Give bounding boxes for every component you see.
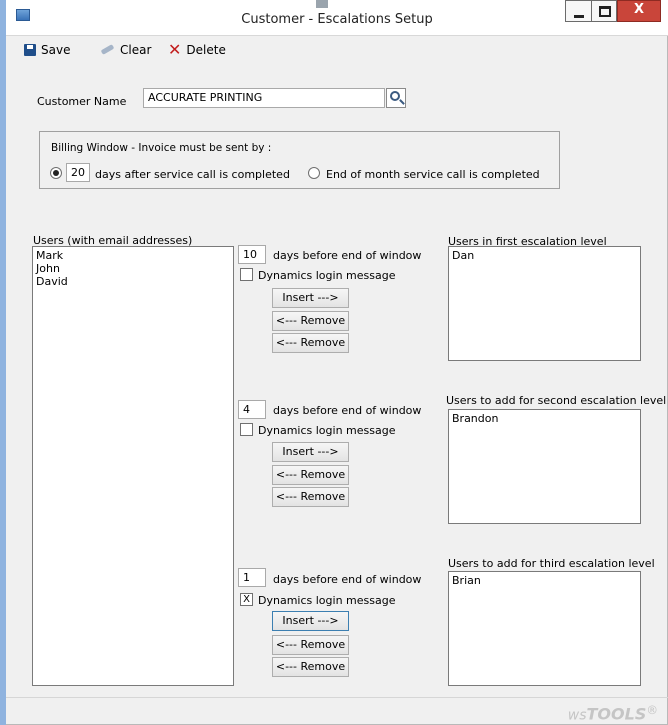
level1-users-list[interactable]: Dan: [448, 246, 641, 361]
clear-label: Clear: [120, 43, 152, 57]
level1-remove-button-1[interactable]: <--- Remove: [272, 311, 349, 331]
level1-insert-button[interactable]: Insert --->: [272, 288, 349, 308]
radio-days-after[interactable]: [50, 167, 62, 179]
level1-login-checkbox[interactable]: [240, 268, 253, 281]
level3-login-label: Dynamics login message: [258, 594, 396, 607]
level2-login-label: Dynamics login message: [258, 424, 396, 437]
status-bar: wsTOOLS®: [6, 697, 668, 725]
minimize-icon: [574, 15, 584, 18]
level3-remove-button-1[interactable]: <--- Remove: [272, 635, 349, 655]
level2-list-label: Users to add for second escalation level: [446, 394, 667, 407]
level2-insert-button[interactable]: Insert --->: [272, 442, 349, 462]
level3-remove-button-2[interactable]: <--- Remove: [272, 657, 349, 677]
level2-remove-button-1[interactable]: <--- Remove: [272, 465, 349, 485]
customer-name-label: Customer Name: [37, 95, 127, 108]
customer-name-field[interactable]: ACCURATE PRINTING: [143, 88, 385, 108]
level3-login-checkbox[interactable]: X: [240, 593, 253, 606]
level3-days-field[interactable]: 1: [238, 568, 266, 587]
radio-end-of-month[interactable]: [308, 167, 320, 179]
billing-days-field[interactable]: 20: [66, 163, 90, 182]
list-item[interactable]: David: [36, 275, 230, 288]
title-bar: Customer - Escalations Setup X: [6, 0, 668, 36]
floppy-disk-icon: [24, 44, 36, 56]
level1-remove-button-2[interactable]: <--- Remove: [272, 333, 349, 353]
level2-days-label: days before end of window: [273, 404, 422, 417]
eraser-icon: [99, 45, 115, 55]
end-of-month-label: End of month service call is completed: [326, 168, 540, 181]
delete-button[interactable]: ✕ Delete: [168, 40, 226, 59]
days-after-label: days after service call is completed: [95, 168, 290, 181]
billing-window-label: Billing Window - Invoice must be sent by…: [51, 142, 272, 154]
customer-lookup-button[interactable]: [386, 88, 406, 108]
users-list[interactable]: Mark John David: [32, 246, 234, 686]
minimize-button[interactable]: [565, 0, 591, 22]
level3-users-list[interactable]: Brian: [448, 571, 641, 686]
clear-button[interactable]: Clear: [99, 43, 151, 57]
level3-list-label: Users to add for third escalation level: [448, 557, 655, 570]
title-bar-notch: [316, 0, 328, 8]
list-item[interactable]: Brandon: [452, 412, 637, 425]
red-x-icon: ✕: [168, 40, 182, 59]
list-item[interactable]: Brian: [452, 574, 637, 587]
level3-days-label: days before end of window: [273, 573, 422, 586]
escalations-setup-window: Customer - Escalations Setup X Save Clea…: [6, 0, 668, 725]
level2-login-checkbox[interactable]: [240, 423, 253, 436]
save-label: Save: [41, 43, 71, 57]
list-item[interactable]: Mark: [36, 249, 230, 262]
delete-label: Delete: [186, 43, 226, 57]
level2-remove-button-2[interactable]: <--- Remove: [272, 487, 349, 507]
list-item[interactable]: John: [36, 262, 230, 275]
close-icon: X: [633, 2, 645, 17]
level1-days-field[interactable]: 10: [238, 245, 266, 264]
wstools-logo: wsTOOLS®: [567, 703, 658, 724]
level1-days-label: days before end of window: [273, 249, 422, 262]
list-item[interactable]: Dan: [452, 249, 637, 262]
level3-insert-button[interactable]: Insert --->: [272, 611, 349, 631]
maximize-icon: [599, 6, 611, 17]
toolbar: Save Clear ✕ Delete: [6, 40, 668, 62]
level1-login-label: Dynamics login message: [258, 269, 396, 282]
level2-users-list[interactable]: Brandon: [448, 409, 641, 524]
maximize-button[interactable]: [591, 0, 617, 22]
level2-days-field[interactable]: 4: [238, 400, 266, 419]
save-button[interactable]: Save: [24, 43, 70, 57]
close-button[interactable]: X: [617, 0, 661, 22]
